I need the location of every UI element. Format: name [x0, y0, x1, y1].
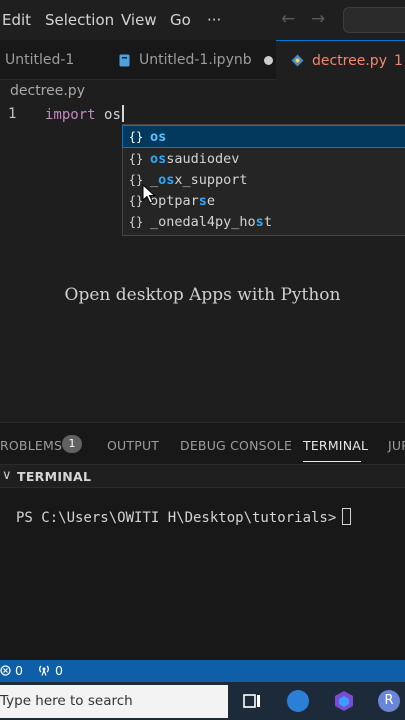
python-file-icon	[291, 54, 304, 67]
error-icon	[0, 665, 11, 676]
keyword-import: import	[45, 107, 96, 123]
status-bar: 0 0	[0, 660, 405, 682]
menu-selection[interactable]: Selection	[45, 11, 114, 29]
chevron-down-icon[interactable]: ∨	[2, 468, 12, 483]
task-view-icon[interactable]	[241, 690, 263, 712]
tab-output[interactable]: OUTPUT	[107, 438, 159, 453]
terminal[interactable]: PS C:\Users\OWITI H\Desktop\tutorials>	[0, 488, 405, 660]
active-tab-indicator	[303, 461, 361, 462]
mouse-pointer-icon	[142, 184, 156, 204]
problems-count-badge: 1	[62, 435, 82, 453]
suggestion-label: optparse	[150, 192, 216, 209]
windows-taskbar: Type here to search R	[0, 682, 405, 720]
tab-problem-count: 1	[393, 52, 403, 69]
suggestion-label: _onedal4py_host	[150, 213, 272, 230]
module-icon: {}	[128, 151, 144, 166]
menu-edit[interactable]: Edit	[2, 11, 31, 29]
back-arrow-icon[interactable]: ←	[281, 9, 295, 29]
taskbar-search-box[interactable]: Type here to search	[0, 685, 228, 718]
panel-tab-bar: ROBLEMS OUTPUT DEBUG CONSOLE TERMINAL JU…	[0, 422, 405, 464]
module-icon: {}	[128, 129, 144, 144]
autocomplete-suggestions: {} os {} ossaudiodev {} _osx_support {} …	[122, 124, 405, 236]
tab-jupyter[interactable]: JUP	[388, 438, 405, 453]
broadcast-icon	[39, 665, 49, 676]
tab-debug-console[interactable]: DEBUG CONSOLE	[180, 438, 292, 453]
tab-label: dectree.py	[312, 52, 387, 69]
suggestion-item[interactable]: {} os	[122, 125, 405, 148]
tab-dectree-py[interactable]: dectree.py 1	[276, 40, 405, 80]
module-icon: {}	[128, 214, 144, 229]
tab-label: Untitled-1.ipynb	[139, 52, 252, 68]
edge-browser-icon[interactable]	[287, 690, 309, 712]
video-caption: Open desktop Apps with Python	[64, 285, 341, 305]
forward-arrow-icon[interactable]: →	[311, 9, 325, 29]
menu-view[interactable]: View	[121, 11, 157, 29]
tab-problems[interactable]: ROBLEMS	[0, 438, 62, 453]
notebook-icon	[119, 54, 130, 66]
tab-untitled-1[interactable]: Untitled-1	[0, 40, 100, 80]
tab-terminal[interactable]: TERMINAL	[303, 438, 368, 453]
command-center-search[interactable]	[343, 7, 405, 33]
menu-more[interactable]: ···	[207, 11, 221, 29]
code-line[interactable]: import os	[45, 105, 124, 123]
text-cursor	[121, 105, 124, 122]
menu-go[interactable]: Go	[170, 11, 191, 29]
tab-label: Untitled-1	[5, 52, 75, 68]
terminal-prompt: PS C:\Users\OWITI H\Desktop\tutorials>	[16, 508, 352, 526]
terminal-cursor	[342, 508, 352, 525]
status-ports[interactable]: 0	[37, 663, 63, 678]
suggestion-label: ossaudiodev	[150, 150, 240, 167]
suggestion-label: os	[150, 128, 167, 145]
suggestion-item[interactable]: {} optparse	[123, 190, 405, 211]
r-app-icon[interactable]: R	[378, 690, 400, 712]
status-errors[interactable]: 0	[0, 663, 23, 678]
typed-text: os	[104, 107, 121, 123]
menu-bar: Edit Selection View Go ··· ← →	[0, 0, 405, 40]
suggestion-label: _osx_support	[150, 171, 248, 188]
breadcrumb[interactable]: dectree.py	[10, 83, 85, 99]
app-icon[interactable]	[333, 690, 355, 712]
unsaved-dot-icon	[263, 55, 273, 65]
suggestion-item[interactable]: {} ossaudiodev	[123, 148, 405, 169]
tab-untitled-1-ipynb[interactable]: Untitled-1.ipynb	[100, 40, 275, 80]
suggestion-item[interactable]: {} _osx_support	[123, 169, 405, 190]
terminal-section-title: TERMINAL	[17, 469, 92, 484]
editor-tab-bar: Untitled-1 Untitled-1.ipynb dectree.py 1	[0, 40, 405, 80]
suggestion-item[interactable]: {} _onedal4py_host	[123, 211, 405, 232]
line-number: 1	[8, 106, 17, 122]
terminal-section-header[interactable]: ∨ TERMINAL	[0, 464, 405, 488]
